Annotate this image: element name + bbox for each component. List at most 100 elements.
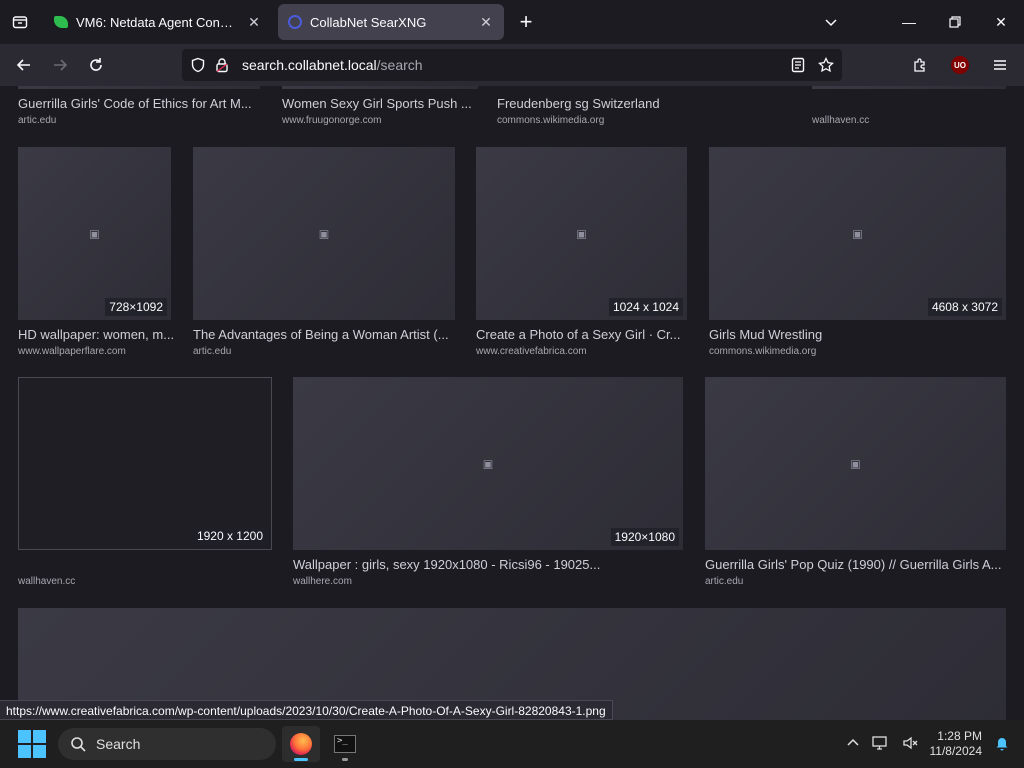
clock[interactable]: 1:28 PM 11/8/2024 <box>930 729 983 759</box>
tab-searxng[interactable]: CollabNet SearXNG ✕ <box>278 4 504 40</box>
result-thumbnail[interactable] <box>282 86 478 89</box>
ublock-icon: UO <box>951 56 969 74</box>
forward-button[interactable] <box>42 49 78 81</box>
tab-list-button[interactable] <box>0 0 40 44</box>
image-placeholder-icon: ▣ <box>482 458 494 470</box>
result-title[interactable]: Wallpaper : girls, sexy 1920x1080 - Rics… <box>293 557 613 572</box>
network-button[interactable] <box>871 735 890 754</box>
maximize-button[interactable] <box>932 0 978 44</box>
result-title[interactable]: Girls Mud Wrestling <box>709 327 1006 342</box>
arrow-left-icon <box>16 59 30 71</box>
tab-title: VM6: Netdata Agent Console <box>76 14 238 30</box>
close-tab-icon[interactable]: ✕ <box>246 14 262 30</box>
tab-netdata[interactable]: VM6: Netdata Agent Console ✕ <box>44 4 272 40</box>
list-all-tabs-button[interactable] <box>808 0 854 44</box>
firefox-icon <box>290 733 312 755</box>
image-dimensions: 1024 x 1024 <box>608 298 683 316</box>
taskbar-firefox[interactable] <box>282 726 320 762</box>
image-dimensions: 728×1092 <box>105 298 167 316</box>
taskbar-search-label: Search <box>96 736 141 752</box>
menu-button[interactable] <box>982 49 1018 81</box>
extensions-button[interactable] <box>902 49 938 81</box>
result-source: wallhaven.cc <box>18 576 76 587</box>
terminal-icon: >_ <box>334 735 356 753</box>
search-icon <box>71 737 86 752</box>
chevron-down-icon <box>825 19 837 27</box>
bookmark-star-icon[interactable] <box>818 57 834 73</box>
result-source: artic.edu <box>193 346 232 357</box>
netdata-favicon-icon <box>54 16 68 28</box>
image-placeholder-icon: ▣ <box>318 228 330 240</box>
puzzle-icon <box>914 58 925 72</box>
taskbar-search[interactable]: Search <box>58 728 276 760</box>
network-monitor-icon <box>871 735 887 750</box>
result-thumbnail[interactable]: 1920 x 1200 <box>18 377 272 550</box>
close-icon: ✕ <box>995 13 1007 30</box>
notifications-button[interactable] <box>994 735 1010 754</box>
result-thumbnail[interactable] <box>812 86 1006 89</box>
image-placeholder-icon: ▣ <box>576 228 587 240</box>
close-window-button[interactable]: ✕ <box>978 0 1024 44</box>
chevron-up-icon <box>846 738 859 746</box>
image-dimensions: 4608 x 3072 <box>927 298 1002 316</box>
result-title[interactable]: The Advantages of Being a Woman Artist (… <box>193 327 455 342</box>
url-path: /search <box>376 57 423 73</box>
back-button[interactable] <box>6 49 42 81</box>
url-bar[interactable]: search.collabnet.local/search <box>182 49 842 81</box>
result-thumbnail[interactable]: ▣ 728×1092 <box>18 147 171 320</box>
result-source: commons.wikimedia.org <box>497 115 605 126</box>
result-source: www.creativefabrica.com <box>476 346 587 357</box>
close-tab-icon[interactable]: ✕ <box>478 14 494 30</box>
minimize-button[interactable]: — <box>886 0 932 44</box>
taskbar: Search >_ 1:28 PM 11/8/2024 <box>0 720 1024 768</box>
tab-strip: VM6: Netdata Agent Console ✕ CollabNet S… <box>0 0 1024 44</box>
shield-icon[interactable] <box>190 57 206 73</box>
show-hidden-icons-button[interactable] <box>846 736 860 753</box>
result-title[interactable]: Freudenberg sg Switzerland <box>497 96 697 111</box>
image-dimensions: 1920 x 1200 <box>192 527 267 545</box>
tab-list-icon <box>12 16 28 29</box>
image-placeholder-icon: ▣ <box>850 458 861 470</box>
result-source: www.wallpaperflare.com <box>18 346 126 357</box>
result-title[interactable]: Women Sexy Girl Sports Push ... <box>282 96 478 111</box>
url-text[interactable]: search.collabnet.local/search <box>242 57 423 73</box>
clock-time: 1:28 PM <box>937 729 982 743</box>
taskbar-terminal[interactable]: >_ <box>326 726 364 762</box>
result-source: artic.edu <box>18 115 57 126</box>
volume-muted-icon <box>902 736 917 749</box>
result-title[interactable]: Create a Photo of a Sexy Girl · Cr... <box>476 327 687 342</box>
result-source: www.fruugonorge.com <box>282 115 382 126</box>
result-thumbnail[interactable]: ▣ 1920×1080 <box>293 377 683 550</box>
result-thumbnail[interactable] <box>18 86 260 89</box>
arrow-right-icon <box>54 59 68 71</box>
restore-icon <box>949 16 961 28</box>
minimize-icon: — <box>902 14 916 30</box>
start-button[interactable] <box>18 730 46 758</box>
tab-title: CollabNet SearXNG <box>310 14 427 30</box>
result-thumbnail[interactable]: ▣ 4608 x 3072 <box>709 147 1006 320</box>
result-source: artic.edu <box>705 576 744 587</box>
image-placeholder-icon: ▣ <box>852 228 863 240</box>
image-placeholder-icon: ▣ <box>89 228 100 240</box>
result-thumbnail[interactable]: ▣ <box>193 147 455 320</box>
ublock-button[interactable]: UO <box>942 49 978 81</box>
result-source: wallhere.com <box>293 576 352 587</box>
lock-icon[interactable] <box>214 57 230 73</box>
clock-date: 11/8/2024 <box>929 744 983 758</box>
bell-icon <box>996 737 1008 750</box>
link-status-bar: https://www.creativefabrica.com/wp-conte… <box>0 700 613 720</box>
reload-button[interactable] <box>78 49 114 81</box>
search-results: Guerrilla Girls' Code of Ethics for Art … <box>0 86 1024 720</box>
reload-icon <box>90 58 102 71</box>
nav-bar: search.collabnet.local/search UO <box>0 44 1024 86</box>
new-tab-button[interactable]: + <box>510 6 542 38</box>
result-title[interactable]: Guerrilla Girls' Pop Quiz (1990) // Guer… <box>705 557 1006 572</box>
result-source: commons.wikimedia.org <box>709 346 817 357</box>
reader-view-icon[interactable] <box>790 57 806 73</box>
result-thumbnail[interactable]: ▣ <box>705 377 1006 550</box>
result-title[interactable]: Guerrilla Girls' Code of Ethics for Art … <box>18 96 262 111</box>
result-title[interactable]: HD wallpaper: women, m... <box>18 327 176 342</box>
volume-button[interactable] <box>902 735 918 754</box>
image-dimensions: 1920×1080 <box>610 528 679 546</box>
result-thumbnail[interactable]: ▣ 1024 x 1024 <box>476 147 687 320</box>
